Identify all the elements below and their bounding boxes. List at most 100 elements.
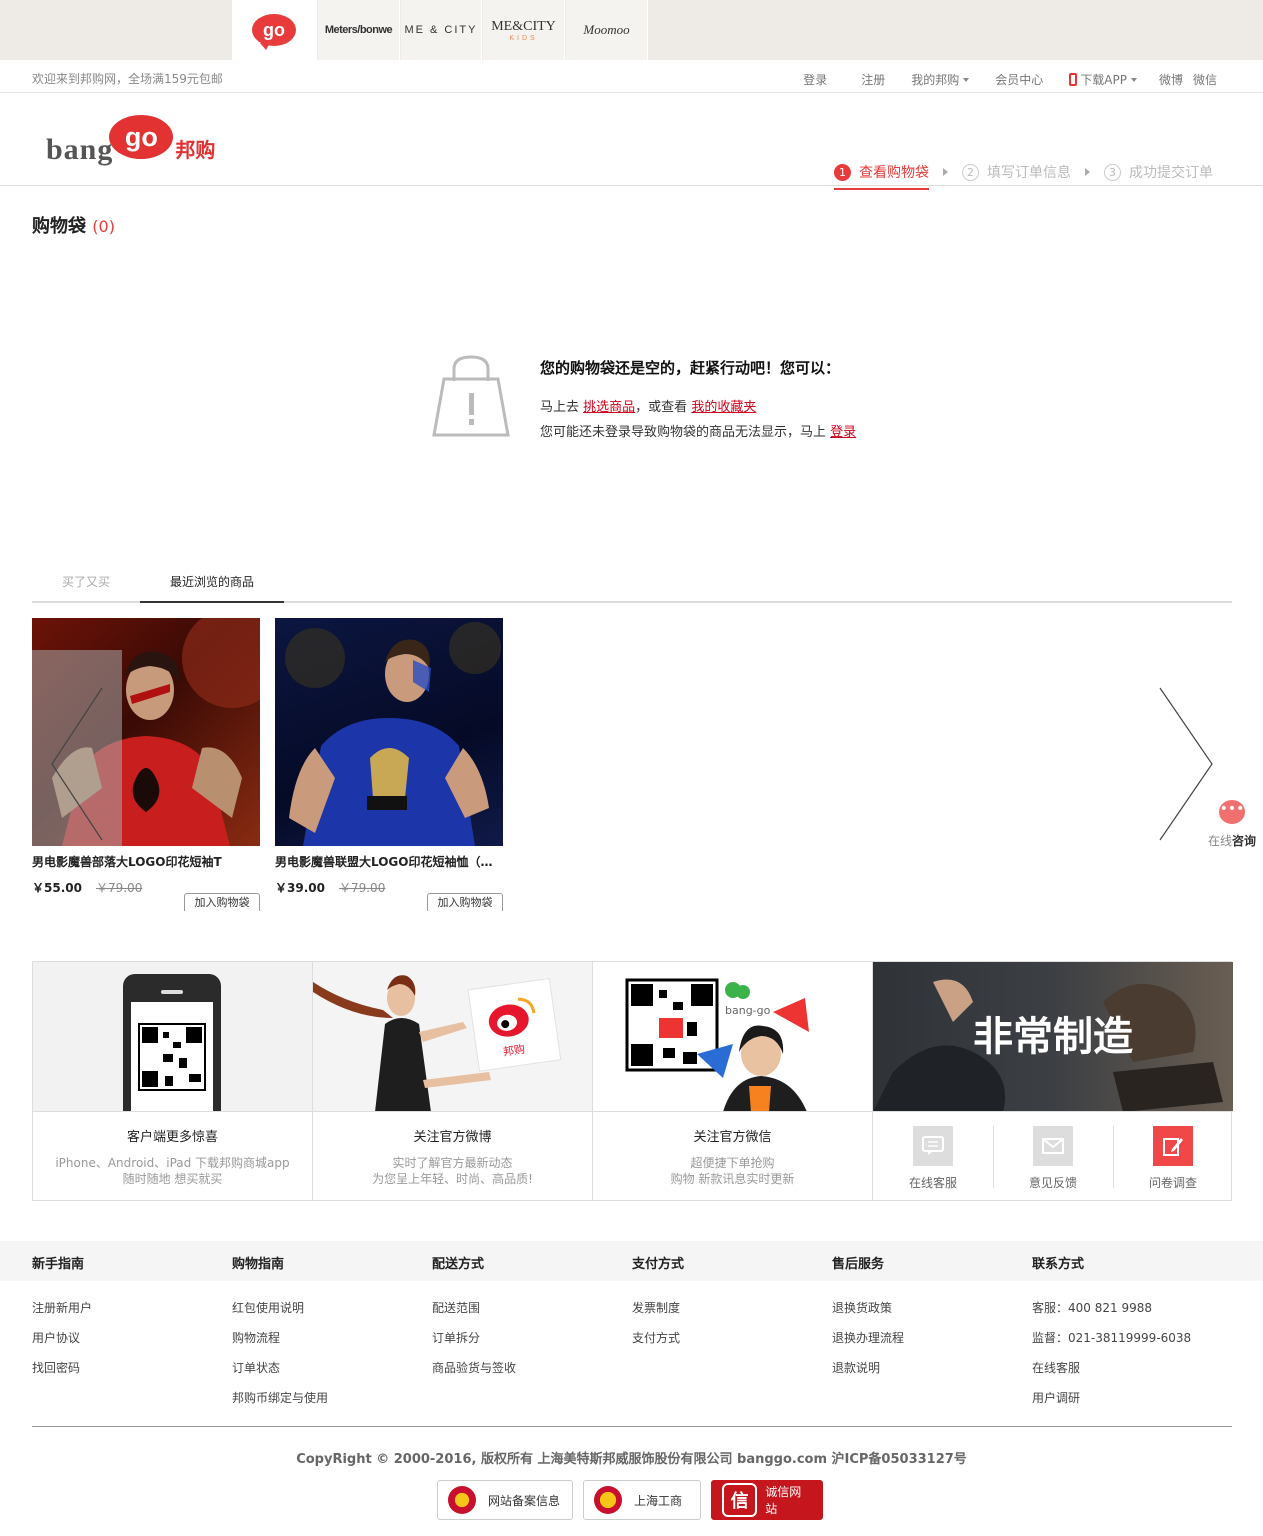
promo-app[interactable]: 客户端更多惊喜 iPhone、Android、iPad 下载邦购商城app 随时…: [33, 962, 313, 1200]
brand-tab-metersbonwe[interactable]: Meters/bonwe: [318, 0, 400, 60]
empty-cart-title: 您的购物袋还是空的，赶紧行动吧！您可以：: [540, 359, 841, 377]
footer-link[interactable]: 在线客服: [1032, 1359, 1191, 1389]
badge-credit[interactable]: 信 诚信网站: [711, 1480, 823, 1520]
login-link[interactable]: 登录: [803, 71, 827, 88]
chat-icon: [913, 1126, 953, 1166]
chevron-left-icon[interactable]: [48, 686, 108, 842]
footer-link[interactable]: 邦购币绑定与使用: [232, 1389, 328, 1419]
promo-weibo[interactable]: 邦购 关注官方微博 实时了解官方最新动态 为您呈上年轻、时尚、高品质!: [313, 962, 593, 1200]
svc-online-service[interactable]: 在线客服: [873, 1112, 993, 1200]
footer-link[interactable]: 发票制度: [632, 1299, 680, 1329]
product-name[interactable]: 男电影魔兽部落大LOGO印花短袖T: [32, 853, 260, 870]
product-name[interactable]: 男电影魔兽联盟大LOGO印花短袖恤（预...: [275, 853, 503, 870]
favorites-link[interactable]: 我的收藏夹: [691, 400, 756, 415]
promo-wechat[interactable]: bang-go 关注官方微信 超便捷下单抢购 购物 新款讯息实时更新: [593, 962, 873, 1200]
top-links: 登录 注册 我的邦购 会员中心 下载APP 微博 微信: [777, 71, 1217, 88]
chat-bubble-icon: •••: [1219, 800, 1245, 824]
footer-link[interactable]: 商品验货与签收: [432, 1359, 516, 1389]
banggo-logo[interactable]: bang go 邦购: [46, 105, 215, 165]
edit-icon: [1153, 1126, 1193, 1166]
footer-link[interactable]: 注册新用户: [32, 1299, 92, 1329]
weibo-link[interactable]: 微博: [1159, 71, 1183, 88]
footer-link[interactable]: 配送范围: [432, 1299, 516, 1329]
footer-link[interactable]: 订单状态: [232, 1359, 328, 1389]
promo-wechat-desc-line1: 超便捷下单抢购: [690, 1156, 775, 1170]
promo-section: 客户端更多惊喜 iPhone、Android、iPad 下载邦购商城app 随时…: [32, 961, 1233, 1201]
brand-tab-moomoo[interactable]: Moomoo: [566, 0, 648, 60]
footer-links-payment: 发票制度 支付方式: [632, 1299, 680, 1359]
product-image[interactable]: [275, 618, 503, 846]
empty-cart-line1: 马上去 挑选商品，或查看 我的收藏夹: [540, 396, 756, 415]
made-text: 非常制造: [973, 1014, 1133, 1060]
phone-icon: [1069, 73, 1078, 86]
step-fill-order: 2 填写订单信息: [962, 157, 1071, 187]
browse-products-link[interactable]: 挑选商品: [583, 400, 635, 415]
brand-tab-go[interactable]: go: [232, 0, 317, 60]
footer-link[interactable]: 支付方式: [632, 1329, 680, 1359]
online-consult-button[interactable]: ••• 在线咨询: [1206, 800, 1258, 849]
footer-link[interactable]: 红包使用说明: [232, 1299, 328, 1329]
tab-bought-also[interactable]: 买了又买: [32, 566, 140, 603]
brand-tab-mecity[interactable]: ME & CITY: [401, 0, 482, 60]
price-current: ￥39.00: [275, 881, 325, 895]
svc-survey[interactable]: 问卷调查: [1113, 1112, 1233, 1200]
chat-label-a: 在线: [1207, 834, 1232, 848]
footer-link[interactable]: 退款说明: [832, 1359, 904, 1389]
register-link[interactable]: 注册: [861, 71, 885, 88]
top-nav: 欢迎来到邦购网，全场满159元包邮 登录 注册 我的邦购 会员中心 下载APP …: [0, 60, 1263, 93]
logo-bang-text: bang: [46, 133, 114, 166]
step-label: 填写订单信息: [987, 165, 1071, 181]
member-center-link[interactable]: 会员中心: [995, 71, 1043, 88]
promo-weibo-image: 邦购: [313, 962, 592, 1112]
badge-record[interactable]: 网站备案信息: [437, 1480, 573, 1520]
download-app-menu[interactable]: 下载APP: [1069, 71, 1137, 88]
tab-recently-viewed[interactable]: 最近浏览的商品: [140, 566, 284, 603]
footer-title-payment: 支付方式: [632, 1257, 685, 1272]
brand-tab-mecity-kids[interactable]: ME&CITY KIDS: [483, 0, 565, 60]
svc-feedback[interactable]: 意见反馈: [993, 1112, 1113, 1200]
promo-app-title: 客户端更多惊喜: [126, 1130, 218, 1145]
promo-weibo-desc: 实时了解官方最新动态 为您呈上年轻、时尚、高品质!: [313, 1155, 592, 1187]
weibo-model-image: 邦购: [313, 975, 562, 1111]
footer-link[interactable]: 用户调研: [1032, 1389, 1191, 1419]
logo-go-bubble: go: [109, 115, 174, 159]
promo-weibo-desc-line2: 为您呈上年轻、时尚、高品质!: [372, 1172, 533, 1186]
line2-prefix: 您可能还未登录导致购物袋的商品无法显示，马上: [540, 425, 827, 440]
badge-aic-label: 上海工商: [634, 1493, 683, 1508]
footer-link[interactable]: 订单拆分: [432, 1329, 516, 1359]
footer-link[interactable]: 找回密码: [32, 1359, 92, 1389]
footer-link[interactable]: 退换办理流程: [832, 1329, 904, 1359]
footer-links-delivery: 配送范围 订单拆分 商品验货与签收: [432, 1299, 516, 1389]
price-original: ￥79.00: [95, 881, 143, 895]
footer-link[interactable]: 退换货政策: [832, 1299, 904, 1329]
chat-label-b: 咨询: [1232, 834, 1257, 848]
add-to-cart-button[interactable]: 加入购物袋: [427, 893, 503, 911]
online-consult-label: 在线咨询: [1206, 832, 1258, 849]
promo-made[interactable]: 非常制造 在线客服 意见反馈 问卷调查: [873, 962, 1233, 1200]
login-link-inline[interactable]: 登录: [830, 425, 856, 440]
weixin-link[interactable]: 微信: [1193, 71, 1217, 88]
footer-contact-supervise: 监督：021-38119999-6038: [1032, 1331, 1192, 1345]
logo-cn-text: 邦购: [175, 138, 216, 162]
empty-cart-notice: 您的购物袋还是空的，赶紧行动吧！您可以： 马上去 挑选商品，或查看 我的收藏夹 …: [432, 355, 912, 445]
footer-link[interactable]: 用户协议: [32, 1329, 92, 1359]
footer-links-guide: 注册新用户 用户协议 找回密码: [32, 1299, 92, 1389]
empty-bag-icon: [432, 355, 510, 437]
trust-badges: 网站备案信息 上海工商 信 诚信网站: [437, 1480, 823, 1520]
badge-record-label: 网站备案信息: [488, 1493, 561, 1508]
footer-links-contact: 客服：400 821 9988 监督：021-38119999-6038 在线客…: [1032, 1299, 1191, 1419]
svc-survey-label: 问卷调查: [1148, 1176, 1197, 1190]
phone-qr-icon: [123, 974, 221, 1111]
step-arrow-icon: [1085, 168, 1090, 176]
badge-credit-label: 诚信网站: [765, 1485, 802, 1516]
footer-header: 新手指南 购物指南 配送方式 支付方式 售后服务 联系方式: [0, 1241, 1263, 1281]
my-banggo-menu[interactable]: 我的邦购: [911, 71, 970, 88]
caret-down-icon: [1130, 77, 1137, 82]
footer-divider: [32, 1426, 1232, 1427]
footer-title-shopping: 购物指南: [232, 1257, 285, 1272]
add-to-cart-button[interactable]: 加入购物袋: [184, 893, 260, 911]
product-card[interactable]: 男电影魔兽联盟大LOGO印花短袖恤（预... ￥39.00 ￥79.00 加入购…: [275, 618, 503, 911]
badge-aic[interactable]: 上海工商: [583, 1480, 701, 1520]
kids-sub-label: KIDS: [509, 34, 538, 42]
footer-link[interactable]: 购物流程: [232, 1329, 328, 1359]
